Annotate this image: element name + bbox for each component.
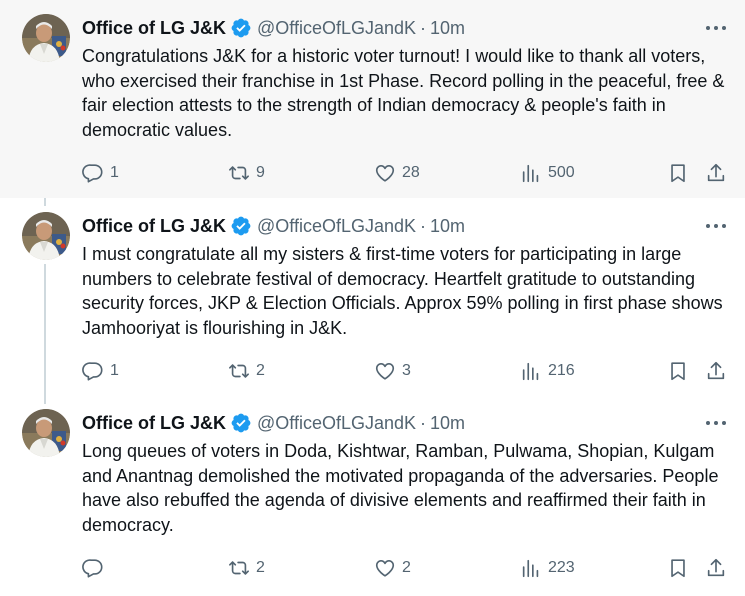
- reply-button[interactable]: [82, 555, 110, 581]
- repost-count: 9: [256, 164, 265, 181]
- bookmark-icon: [667, 557, 689, 579]
- like-count: 28: [402, 164, 420, 181]
- verified-badge-icon: [230, 17, 252, 39]
- views-count: 216: [548, 362, 575, 379]
- views-chart-icon: [520, 360, 542, 382]
- author-name[interactable]: Office of LG J&K: [82, 413, 226, 434]
- timestamp[interactable]: 10m: [430, 18, 465, 39]
- reply-button[interactable]: 1: [82, 358, 119, 384]
- separator-dot: ·: [420, 17, 427, 38]
- author-handle[interactable]: @OfficeOfLGJandK: [257, 413, 416, 434]
- avatar[interactable]: [22, 409, 70, 457]
- share-icon: [705, 360, 727, 382]
- bookmark-button[interactable]: [667, 555, 689, 581]
- share-icon: [705, 557, 727, 579]
- views-chart-icon: [520, 557, 542, 579]
- like-button[interactable]: 2: [374, 555, 411, 581]
- tweet-header: Office of LG J&K @OfficeOfLGJandK · 10m: [82, 16, 465, 40]
- heart-icon: [374, 162, 396, 184]
- views-button[interactable]: 223: [520, 555, 575, 581]
- share-button[interactable]: [705, 358, 727, 384]
- heart-icon: [374, 557, 396, 579]
- tweet[interactable]: Office of LG J&K @OfficeOfLGJandK · 10m …: [0, 395, 745, 596]
- share-icon: [705, 162, 727, 184]
- reply-count: 1: [110, 164, 119, 181]
- repost-icon: [228, 162, 250, 184]
- views-count: 500: [548, 164, 575, 181]
- avatar[interactable]: [22, 212, 70, 260]
- tweet-actions: 1 2 3 216: [82, 358, 732, 384]
- tweet-header: Office of LG J&K @OfficeOfLGJandK · 10m: [82, 214, 465, 238]
- reply-icon: [82, 360, 104, 382]
- reply-icon: [82, 557, 104, 579]
- verified-badge-icon: [230, 215, 252, 237]
- repost-button[interactable]: 2: [228, 358, 265, 384]
- like-button[interactable]: 3: [374, 358, 411, 384]
- bookmark-button[interactable]: [667, 160, 689, 186]
- reply-count: 1: [110, 362, 119, 379]
- like-count: 2: [402, 559, 411, 576]
- tweet-actions: 2 2 223: [82, 555, 732, 581]
- timestamp[interactable]: 10m: [430, 413, 465, 434]
- repost-button[interactable]: 9: [228, 160, 265, 186]
- reply-button[interactable]: 1: [82, 160, 119, 186]
- tweet-text: Long queues of voters in Doda, Kishtwar,…: [82, 441, 719, 536]
- more-dots-icon: [706, 421, 726, 425]
- author-handle[interactable]: @OfficeOfLGJandK: [257, 216, 416, 237]
- timestamp[interactable]: 10m: [430, 216, 465, 237]
- repost-count: 2: [256, 362, 265, 379]
- more-dots-icon: [706, 224, 726, 228]
- tweet-actions: 1 9 28 500: [82, 160, 732, 186]
- bookmark-icon: [667, 162, 689, 184]
- views-chart-icon: [520, 162, 542, 184]
- tweet-header: Office of LG J&K @OfficeOfLGJandK · 10m: [82, 411, 465, 435]
- repost-icon: [228, 360, 250, 382]
- separator-dot: ·: [420, 215, 427, 236]
- author-handle[interactable]: @OfficeOfLGJandK: [257, 18, 416, 39]
- tweet[interactable]: Office of LG J&K @OfficeOfLGJandK · 10m …: [0, 0, 745, 198]
- views-count: 223: [548, 559, 575, 576]
- tweet-thread: Office of LG J&K @OfficeOfLGJandK · 10m …: [0, 0, 745, 596]
- author-name[interactable]: Office of LG J&K: [82, 18, 226, 39]
- repost-button[interactable]: 2: [228, 555, 265, 581]
- views-button[interactable]: 500: [520, 160, 575, 186]
- repost-icon: [228, 557, 250, 579]
- more-options-button[interactable]: [703, 18, 729, 38]
- more-options-button[interactable]: [703, 413, 729, 433]
- bookmark-button[interactable]: [667, 358, 689, 384]
- tweet-text: I must congratulate all my sisters & fir…: [82, 244, 723, 339]
- repost-count: 2: [256, 559, 265, 576]
- like-button[interactable]: 28: [374, 160, 420, 186]
- heart-icon: [374, 360, 396, 382]
- share-button[interactable]: [705, 555, 727, 581]
- tweet-text: Congratulations J&K for a historic voter…: [82, 46, 725, 141]
- avatar[interactable]: [22, 14, 70, 62]
- share-button[interactable]: [705, 160, 727, 186]
- separator-dot: ·: [420, 412, 427, 433]
- verified-badge-icon: [230, 412, 252, 434]
- reply-icon: [82, 162, 104, 184]
- author-name[interactable]: Office of LG J&K: [82, 216, 226, 237]
- bookmark-icon: [667, 360, 689, 382]
- tweet[interactable]: Office of LG J&K @OfficeOfLGJandK · 10m …: [0, 198, 745, 395]
- more-options-button[interactable]: [703, 216, 729, 236]
- more-dots-icon: [706, 26, 726, 30]
- views-button[interactable]: 216: [520, 358, 575, 384]
- like-count: 3: [402, 362, 411, 379]
